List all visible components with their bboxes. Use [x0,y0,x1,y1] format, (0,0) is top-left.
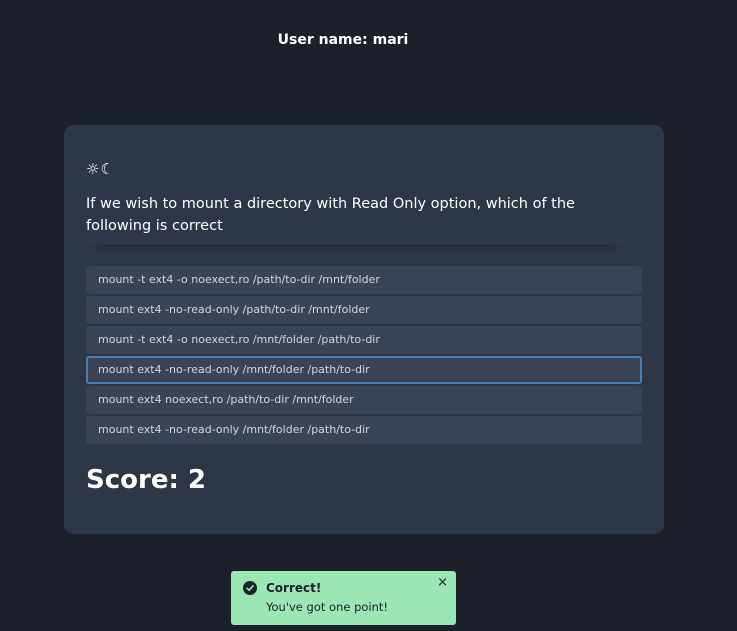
toast-description: You've got one point! [266,600,389,614]
close-icon[interactable]: × [437,575,448,590]
quiz-page: User name: mari ☼ ☾ If we wish to mount … [0,0,737,631]
answer-option[interactable]: mount ext4 -no-read-only /path/to-dir /m… [86,296,642,324]
answer-option[interactable]: mount -t ext4 -o noexect,ro /mnt/folder … [86,326,642,354]
question-text: If we wish to mount a directory with Rea… [86,193,626,245]
score-label: Score: 2 [86,465,206,495]
username-label: User name: mari [277,32,409,48]
quiz-card: ☼ ☾ If we wish to mount a directory with… [64,125,664,534]
theme-toggle-button[interactable]: ☼ ☾ [86,160,114,178]
check-circle-icon [243,581,257,595]
sun-icon: ☼ [86,160,100,178]
answer-options: mount -t ext4 -o noexect,ro /path/to-dir… [86,266,642,446]
success-toast: Correct! You've got one point! × [231,571,456,625]
moon-icon: ☾ [100,160,114,178]
answer-option-selected[interactable]: mount ext4 -no-read-only /mnt/folder /pa… [86,356,642,384]
toast-title: Correct! [266,581,322,595]
answer-option[interactable]: mount ext4 -no-read-only /mnt/folder /pa… [86,416,642,444]
answer-option[interactable]: mount -t ext4 -o noexect,ro /path/to-dir… [86,266,642,294]
answer-option[interactable]: mount ext4 noexect,ro /path/to-dir /mnt/… [86,386,642,414]
